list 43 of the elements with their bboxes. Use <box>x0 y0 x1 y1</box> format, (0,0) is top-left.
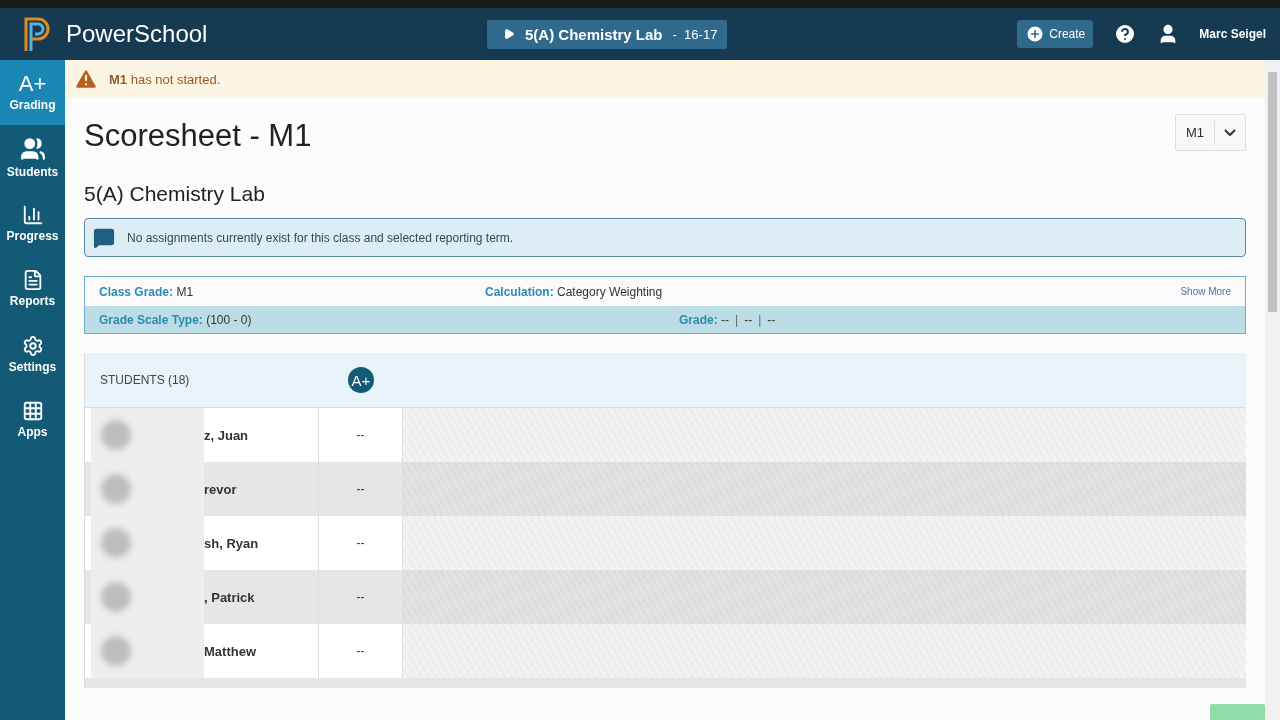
chevron-down-icon <box>1224 129 1236 136</box>
student-name[interactable]: revor <box>204 481 237 497</box>
sidebar-item[interactable]: Reports <box>0 256 65 322</box>
alert-message: M1 has not started. <box>109 71 221 87</box>
grade-value: -- <box>721 312 730 327</box>
student-name[interactable]: , Patrick <box>204 589 255 605</box>
sidebar-item[interactable]: Settings <box>0 321 65 387</box>
class-selector[interactable]: 5(A) Chemistry Lab - 16-17 <box>487 19 728 49</box>
show-more-link[interactable]: Show More <box>1180 286 1231 297</box>
students-header: STUDENTS (18) <box>99 373 191 387</box>
a-plus-icon: A+ <box>18 73 47 95</box>
bar-chart-icon <box>21 203 44 226</box>
term-selector[interactable]: M1 <box>1174 114 1246 151</box>
grade-value: -- <box>744 312 753 327</box>
class-title: 5(A) Chemistry Lab <box>84 182 266 206</box>
sidebar-item[interactable]: Students <box>0 125 65 191</box>
people-icon <box>19 136 46 163</box>
app-name: PowerSchool <box>66 20 208 48</box>
student-name[interactable]: z, Juan <box>204 427 249 443</box>
grade-label: Grade: <box>679 312 718 327</box>
message-icon <box>93 226 115 249</box>
class-grade: Class Grade: M1 <box>99 284 195 299</box>
logo-icon <box>22 15 52 53</box>
sidebar-item[interactable]: Progress <box>0 190 65 256</box>
page-title: Scoresheet - M1 <box>84 118 312 154</box>
separator: | <box>735 312 739 327</box>
grade-scale-type: Grade Scale Type: (100 - 0) <box>99 312 253 327</box>
info-message: No assignments currently exist for this class and selected reporting term. <box>127 230 514 245</box>
plus-icon <box>1025 24 1046 44</box>
sidebar-item[interactable]: A+ Grading <box>0 60 65 125</box>
student-name[interactable]: sh, Ryan <box>204 535 259 551</box>
grid-icon <box>21 400 44 423</box>
settings-icon <box>21 334 44 357</box>
user-name[interactable]: Marc Seigel <box>1199 27 1266 41</box>
sidebar-item[interactable]: Apps <box>0 387 65 453</box>
scrollbar-thumb[interactable] <box>1268 72 1277 312</box>
a-plus-icon: A+ <box>348 367 374 393</box>
grade-value: -- <box>767 312 776 327</box>
play-icon <box>503 28 515 40</box>
create-button[interactable]: Create <box>1017 20 1094 48</box>
calculation: Calculation: Category Weighting <box>485 284 664 299</box>
separator: | <box>758 312 762 327</box>
student-name[interactable]: Matthew <box>204 643 256 659</box>
